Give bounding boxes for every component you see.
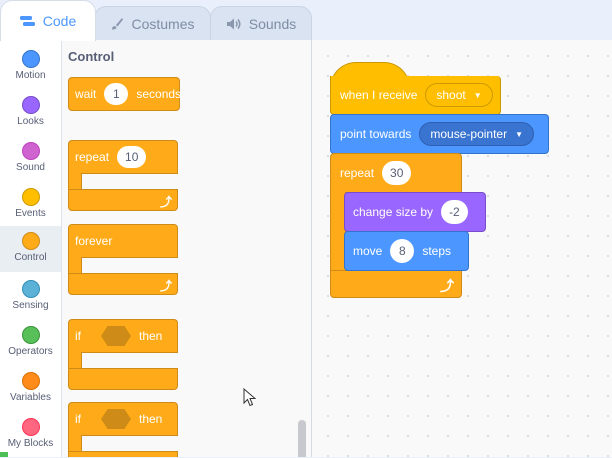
tab-code-label: Code (42, 13, 77, 29)
palette-section-title: Control (68, 49, 115, 64)
repeat-block-arm (68, 173, 82, 190)
when-i-receive-label: when I receive (340, 88, 418, 102)
speaker-icon (226, 17, 242, 31)
category-variables[interactable]: Variables (0, 366, 61, 412)
if-then-block-header[interactable]: if then (68, 319, 178, 353)
palette-scrollbar[interactable] (298, 420, 306, 457)
move-suffix: steps (422, 244, 452, 258)
control-color-dot (21, 232, 40, 250)
wait-seconds-input[interactable]: 1 (104, 83, 129, 105)
change-size-block[interactable]: change size by -2 (344, 192, 486, 232)
sound-color-dot (21, 142, 40, 160)
if-label: if (75, 412, 81, 426)
tab-costumes-label: Costumes (131, 15, 195, 32)
repeat-count-input[interactable]: 10 (117, 146, 147, 168)
category-sound[interactable]: Sound (0, 136, 61, 182)
tab-sounds[interactable]: Sounds (210, 6, 312, 40)
forever-block-arm (68, 257, 82, 274)
wait-label: wait (75, 87, 97, 101)
repeat-count-input[interactable]: 30 (382, 161, 412, 185)
repeat-label: repeat (75, 150, 110, 164)
change-size-label: change size by (353, 205, 434, 219)
code-icon (19, 15, 36, 27)
if-then-block-header[interactable]: if then (68, 402, 178, 436)
events-color-dot (21, 188, 40, 206)
editor-tabs: Code Costumes Sounds (0, 0, 612, 41)
size-change-input[interactable]: -2 (441, 200, 468, 224)
category-control[interactable]: Control (0, 226, 61, 272)
point-towards-block[interactable]: point towards mouse-pointer ▼ (330, 114, 549, 154)
loop-arrow-icon: ⤴ (440, 278, 454, 294)
move-steps-block[interactable]: move 8 steps (344, 231, 469, 271)
chevron-down-icon: ▼ (515, 129, 524, 139)
tab-sounds-label: Sounds (248, 15, 297, 32)
message-dropdown[interactable]: shoot ▼ (425, 83, 493, 107)
when-i-receive-block[interactable]: when I receive shoot ▼ (330, 76, 501, 115)
category-events[interactable]: Events (0, 182, 61, 228)
category-my-blocks[interactable]: My Blocks (0, 412, 61, 458)
if-then-block-footer (68, 451, 178, 457)
category-label: Motion (15, 70, 46, 81)
point-towards-label: point towards (340, 127, 412, 141)
if-then-block-arm (68, 435, 82, 452)
looks-color-dot (21, 96, 40, 114)
move-steps-input[interactable]: 8 (390, 239, 415, 263)
category-looks[interactable]: Looks (0, 90, 61, 136)
wait-block[interactable]: wait 1 seconds (68, 77, 182, 111)
operators-color-dot (21, 326, 40, 344)
category-operators[interactable]: Operators (0, 320, 61, 366)
if-then-block-footer (68, 368, 178, 390)
if-label: if (75, 329, 81, 343)
category-label: Control (14, 252, 47, 263)
forever-block-header[interactable]: forever (68, 224, 178, 258)
brush-icon (110, 17, 124, 31)
repeat-block-header[interactable]: repeat 10 (68, 140, 178, 174)
then-label: then (139, 329, 163, 343)
variables-color-dot (21, 372, 40, 390)
target-value: mouse-pointer (430, 127, 508, 141)
tab-costumes[interactable]: Costumes (94, 6, 211, 40)
category-label: Sound (16, 162, 45, 173)
mouse-pointer-icon (243, 387, 257, 413)
if-then-block-arm (68, 352, 82, 369)
chevron-down-icon: ▼ (473, 90, 482, 100)
tab-code[interactable]: Code (0, 0, 96, 41)
wait-suffix: seconds (136, 87, 182, 101)
repeat-label: repeat (340, 166, 375, 180)
loop-arrow-icon: ⤴ (160, 279, 173, 293)
forever-label: forever (75, 234, 113, 248)
block-palette: Control wait 1 seconds repeat 10 ⤴ forev… (62, 40, 312, 457)
my-blocks-color-dot (21, 418, 40, 436)
category-label: My Blocks (7, 438, 54, 449)
target-dropdown[interactable]: mouse-pointer ▼ (419, 122, 535, 146)
category-label: Looks (17, 116, 44, 127)
category-motion[interactable]: Motion (0, 44, 61, 90)
motion-color-dot (21, 50, 40, 68)
then-label: then (139, 412, 163, 426)
repeat-block[interactable]: repeat 30 (330, 153, 462, 193)
move-label: move (353, 244, 383, 258)
script-workspace[interactable]: when I receive shoot ▼ point towards mou… (312, 40, 612, 457)
condition-slot[interactable] (101, 326, 131, 346)
category-sensing[interactable]: Sensing (0, 274, 61, 320)
condition-slot[interactable] (101, 409, 131, 429)
category-label: Operators (8, 346, 53, 357)
category-menu: Motion Looks Sound Events Control Sensin… (0, 40, 62, 457)
status-strip (0, 452, 8, 457)
message-value: shoot (436, 88, 466, 102)
loop-arrow-icon: ⤴ (160, 195, 173, 209)
category-label: Sensing (12, 300, 49, 311)
sensing-color-dot (21, 280, 40, 298)
category-label: Variables (10, 392, 51, 403)
category-label: Events (15, 208, 46, 219)
